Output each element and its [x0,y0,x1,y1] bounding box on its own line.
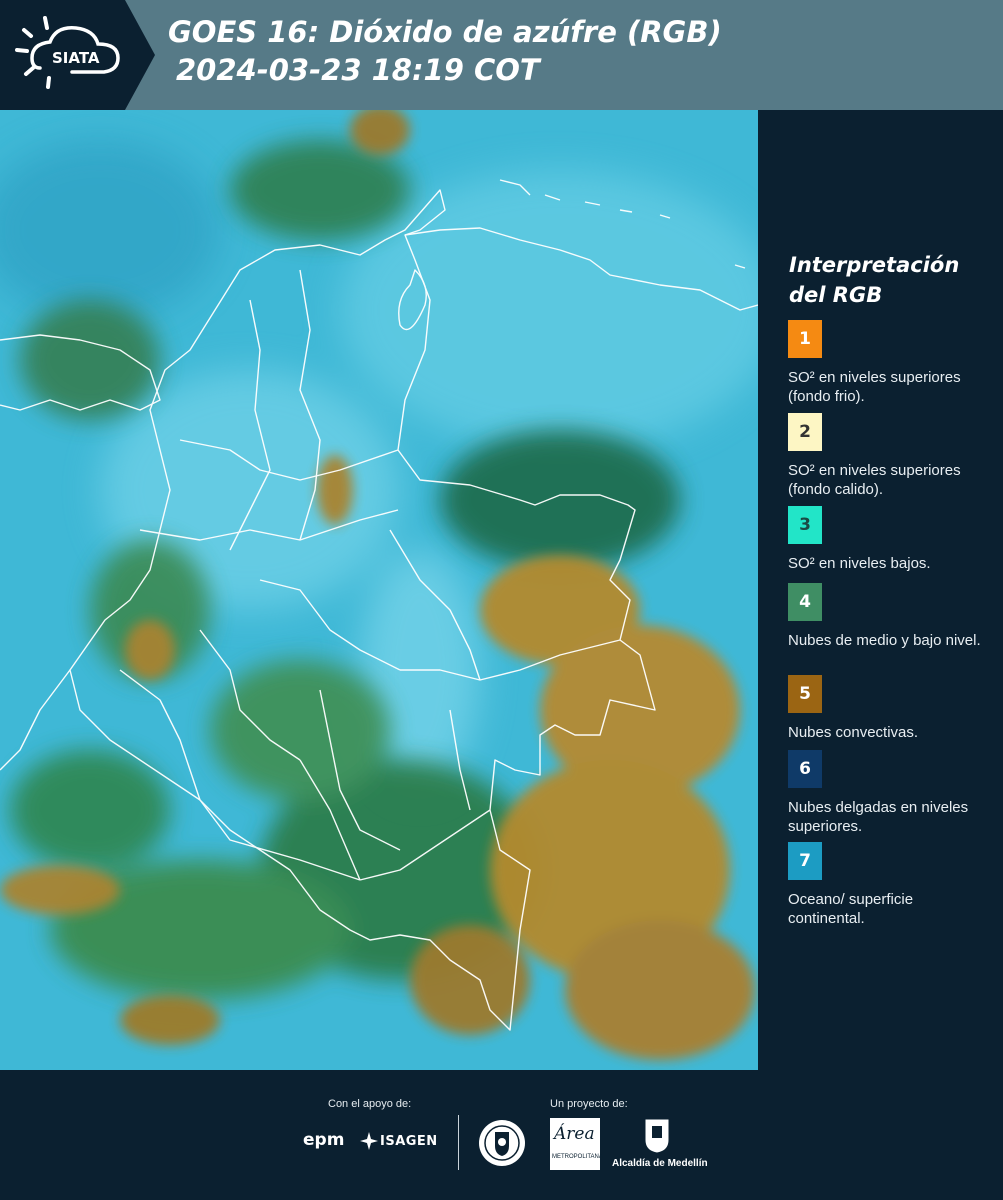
area-logo-text: Área [554,1124,595,1144]
area-metropolitana-logo: Área METROPOLITANA [550,1118,603,1170]
page-title: GOES 16: Dióxido de azúfre (RGB) [168,15,722,49]
footer-divider [458,1115,459,1170]
legend-panel: Interpretación del RGB 1 SO² en niveles … [758,110,1003,1070]
footer-sponsors: Con el apoyo de: Un proyecto de: epm ISA… [0,1070,1003,1200]
alcaldia-shield-icon [644,1118,670,1154]
satellite-map[interactable] [0,110,758,1070]
legend-swatch-6: 6 [788,750,822,788]
legend-label-4: Nubes de medio y bajo nivel. [788,632,981,649]
legend-swatch-1: 1 [788,320,822,358]
page-timestamp: 2024-03-23 18:19 COT [176,53,540,87]
legend-swatch-7: 7 [788,842,822,880]
area-logo-subtext: METROPOLITANA [552,1154,603,1160]
legend-label-2: SO² en niveles superiores (fondo calido)… [788,462,961,498]
header-bar: SIATA GOES 16: Dióxido de azúfre (RGB) 2… [0,0,1003,110]
legend-label-7: Oceano/ superficie continental. [788,891,914,927]
legend-swatch-2: 2 [788,413,822,451]
legend-label-3: SO² en niveles bajos. [788,555,931,572]
isagen-logo: ISAGEN [380,1134,438,1149]
legend-label-6: Nubes delgadas en niveles superiores. [788,799,969,835]
legend-swatch-3: 3 [788,506,822,544]
siata-logo: SIATA [0,0,155,110]
isagen-star-icon [360,1132,378,1150]
legend-label-5: Nubes convectivas. [788,724,919,741]
legend-title: Interpretación del RGB [789,253,960,307]
alcaldia-label: Alcaldía de Medellín [612,1158,708,1169]
siata-logo-text: SIATA [52,49,100,67]
legend-swatch-4: 4 [788,583,822,621]
legend-swatch-5: 5 [788,675,822,713]
epm-logo: epm [303,1130,345,1150]
project-label: Un proyecto de: [550,1098,628,1110]
support-label: Con el apoyo de: [328,1098,412,1110]
medellin-seal-icon [479,1120,525,1166]
legend-label-1: SO² en niveles superiores (fondo frio). [788,369,961,405]
